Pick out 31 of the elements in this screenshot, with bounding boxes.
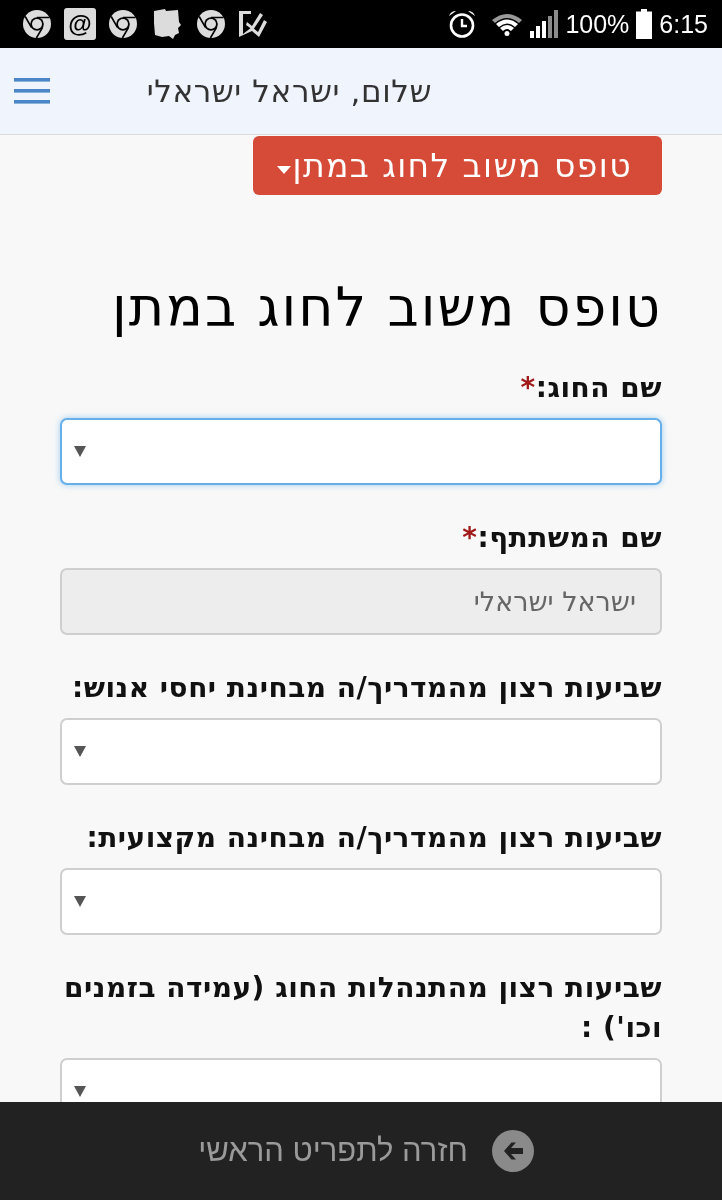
- menu-icon[interactable]: [14, 78, 50, 104]
- battery-percentage: 100%: [565, 9, 630, 39]
- field-label: שביעות רצון מהתנהלות החוג (עמידה בזמנים וכו') :: [63, 970, 662, 1046]
- field-label: שם החוג:*: [519, 370, 662, 406]
- back-to-main-menu-link[interactable]: חזרה לתפריט הראשי: [198, 1130, 534, 1172]
- field-label: שם המשתתף:*: [461, 520, 662, 556]
- greeting-title: שלום, ישראל ישראלי: [146, 73, 432, 109]
- field-label: שביעות רצון מהמדריך/ה מבחינה מקצועית:: [85, 820, 662, 856]
- dropdown-field[interactable]: [60, 718, 662, 785]
- left-arrow-circle-icon: [491, 1130, 534, 1172]
- paper-icon: [152, 8, 182, 40]
- clock-time: 6:15: [659, 9, 708, 39]
- alarm-clock-icon: [447, 9, 478, 39]
- dropdown-arrow-icon: [74, 746, 86, 757]
- at-sign-icon: @: [64, 8, 96, 40]
- dropdown-arrow-icon: [74, 446, 86, 457]
- dropdown-arrow-icon: [74, 1086, 86, 1097]
- dropdown-field[interactable]: [60, 868, 662, 935]
- signal-icon: [530, 10, 559, 38]
- dropdown-field[interactable]: [60, 418, 662, 485]
- field-label: שביעות רצון מהמדריך/ה מבחינת יחסי אנוש:: [71, 670, 662, 706]
- check-icon: [238, 10, 268, 38]
- round-logo-icon: [22, 9, 52, 39]
- form-title: טופס משוב לחוג במתן: [111, 277, 662, 339]
- wifi-icon: [491, 12, 524, 36]
- dropdown-arrow-icon: [74, 896, 86, 907]
- round-logo-icon: [108, 9, 138, 39]
- caret-icon: [276, 165, 291, 174]
- battery-icon: [636, 9, 653, 39]
- round-logo-icon: [196, 9, 226, 39]
- form-menu-button[interactable]: טופס משוב לחוג במתן: [252, 136, 662, 195]
